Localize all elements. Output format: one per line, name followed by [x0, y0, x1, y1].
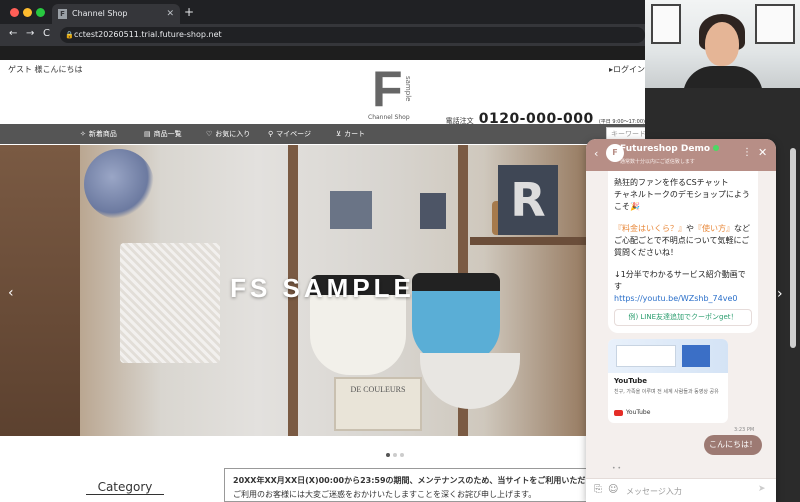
- lock-icon: 🔒: [65, 31, 74, 39]
- forward-arrow-icon[interactable]: →: [26, 28, 34, 39]
- attach-icon[interactable]: ⎘: [594, 484, 602, 495]
- back-arrow-icon[interactable]: ←: [9, 28, 17, 39]
- carousel-dot[interactable]: [386, 453, 390, 457]
- youtube-thumbnail: [608, 339, 728, 373]
- new-tab-button[interactable]: +: [184, 5, 194, 19]
- message-time: 3:23 PM: [734, 427, 755, 433]
- youtube-card-desc: 친구, 가족을 이루며 전 세계 사람들과 동영상 공유: [614, 389, 719, 395]
- hero-flowers: [84, 149, 154, 219]
- video-link[interactable]: https://youtu.be/WZshb_74ve0: [614, 294, 737, 303]
- cam-window: [755, 4, 795, 44]
- tab-channel-shop[interactable]: F Channel Shop ✕: [52, 4, 180, 24]
- nav-new-items[interactable]: ✧ 新着商品: [80, 124, 117, 144]
- youtube-icon: [614, 409, 623, 416]
- youtube-card-title: YouTube: [614, 377, 647, 385]
- message-paragraph: ↓1分半でわかるサービス紹介動画です https://youtu.be/WZshb…: [614, 270, 746, 303]
- site-logo[interactable]: F sample Channel Shop: [368, 61, 422, 126]
- cam-person-body: [683, 66, 763, 88]
- chat-status: 通常数十分以内にご返信致します: [620, 159, 695, 165]
- maintenance-notice: 20XX年XX月XX日(X)00:00から23:59の期間、メンテナンスのため、…: [224, 468, 645, 502]
- scrollbar[interactable]: [790, 148, 796, 348]
- minimize-window-button[interactable]: [23, 8, 32, 17]
- carousel-dot[interactable]: [400, 453, 404, 457]
- logo-sample: sample: [404, 76, 412, 102]
- address-bar[interactable]: 🔒 cctest20260511.trial.future-shop.net: [60, 27, 645, 43]
- carousel-dot[interactable]: [393, 453, 397, 457]
- message-paragraph: 『料金はいくら？』や『使い方』など ご心配ごとで不明点について気軽にご質問ください…: [614, 224, 750, 257]
- send-icon[interactable]: ➤: [758, 484, 766, 494]
- cart-icon: ⊻: [336, 130, 342, 138]
- browser-window: F Channel Shop ✕ + ← → C 🔒 cctest2026051…: [0, 0, 645, 502]
- bot-message: 熱狂的ファンを作るCSチャット チャネルトークのデモショップにようこそ🎉 『料金は…: [608, 171, 758, 333]
- cam-window: [651, 4, 681, 44]
- coupon-button[interactable]: 例) LINE友達追加でクーポンget！: [614, 309, 752, 326]
- heart-icon: ♡: [206, 130, 213, 138]
- youtube-source: YouTube: [614, 409, 650, 416]
- hero-sign: DE COULEURS: [334, 377, 422, 431]
- message-input[interactable]: メッセージ入力: [626, 486, 682, 497]
- hero-tag: [330, 191, 372, 229]
- user-icon: ⚲: [268, 130, 274, 138]
- url-text: cctest20260511.trial.future-shop.net: [74, 30, 222, 39]
- hero-title: FS SAMPLE: [230, 273, 415, 303]
- guest-greeting: ゲスト 様こんにちは: [8, 65, 83, 74]
- login-link[interactable]: ▸ログイン: [609, 64, 645, 75]
- typing-indicator: • •: [612, 465, 621, 472]
- chat-widget: ‹ F Futureshop Demo 通常数十分以内にご返信致します ⋮ ✕ …: [586, 139, 776, 502]
- favicon-icon: F: [58, 9, 67, 19]
- chevron-right-icon[interactable]: ›: [777, 286, 783, 302]
- category-title: Category: [86, 480, 164, 495]
- message-paragraph: 熱狂的ファンを作るCSチャット チャネルトークのデモショップにようこそ🎉: [614, 178, 750, 211]
- chat-header: ‹ F Futureshop Demo 通常数十分以内にご返信致します ⋮ ✕: [586, 139, 776, 171]
- nav-cart[interactable]: ⊻ カート: [336, 124, 365, 144]
- reload-icon[interactable]: C: [43, 28, 50, 39]
- hero-letter-block: R: [498, 165, 558, 235]
- tab-title: Channel Shop: [72, 9, 128, 18]
- nav-my-page[interactable]: ⚲ マイページ: [268, 124, 311, 144]
- more-options-icon[interactable]: ⋮: [742, 147, 752, 158]
- close-tab-icon[interactable]: ✕: [166, 4, 174, 24]
- chat-input-bar: ⎘ ☺ メッセージ入力 ➤: [586, 478, 776, 502]
- notice-line: ご利用のお客様には大変ご迷惑をおかけいたしますことを深くお詫び申し上げます。: [233, 490, 537, 499]
- toolbar: ← → C 🔒 cctest20260511.trial.future-shop…: [0, 24, 645, 46]
- emoji-icon[interactable]: ☺: [608, 484, 618, 495]
- nav-product-list[interactable]: ▤ 商品一覧: [144, 124, 182, 144]
- close-window-button[interactable]: [10, 8, 19, 17]
- bookmark-bar: [0, 46, 645, 60]
- chevron-left-icon[interactable]: ‹: [8, 285, 14, 301]
- logo-subtitle: Channel Shop: [368, 114, 410, 121]
- webcam-overlay: [645, 0, 800, 88]
- close-icon[interactable]: ✕: [758, 146, 767, 159]
- hero-tag: [420, 193, 446, 229]
- youtube-card[interactable]: YouTube 친구, 가족을 이루며 전 세계 사람들과 동영상 공유 You…: [608, 339, 728, 423]
- hero-banner: R DE COULEURS FS SAMPLE ‹: [0, 145, 645, 436]
- notice-line: 20XX年XX月XX日(X)00:00から23:59の期間、メンテナンスのため、…: [233, 476, 602, 485]
- online-status-icon: [713, 145, 720, 151]
- chat-title: Futureshop Demo: [620, 144, 720, 154]
- user-message: こんにちは！: [704, 435, 762, 455]
- nav-favorites[interactable]: ♡ お気に入り: [206, 124, 250, 144]
- screen: F Channel Shop ✕ + ← → C 🔒 cctest2026051…: [0, 0, 800, 502]
- sparkle-icon: ✧: [80, 130, 86, 138]
- maximize-window-button[interactable]: [36, 8, 45, 17]
- global-nav: ✧新着商品 ▤商品一覧 ♡お気に入り ⚲マイページ ⊻カート キーワード検索 🔍: [0, 124, 645, 144]
- logo-letter: F: [372, 61, 403, 117]
- chevron-left-icon[interactable]: ‹: [594, 147, 598, 160]
- list-icon: ▤: [144, 130, 151, 138]
- cam-person-face: [705, 22, 739, 66]
- tab-bar: F Channel Shop ✕ +: [0, 0, 645, 24]
- carousel-dots: [386, 442, 407, 461]
